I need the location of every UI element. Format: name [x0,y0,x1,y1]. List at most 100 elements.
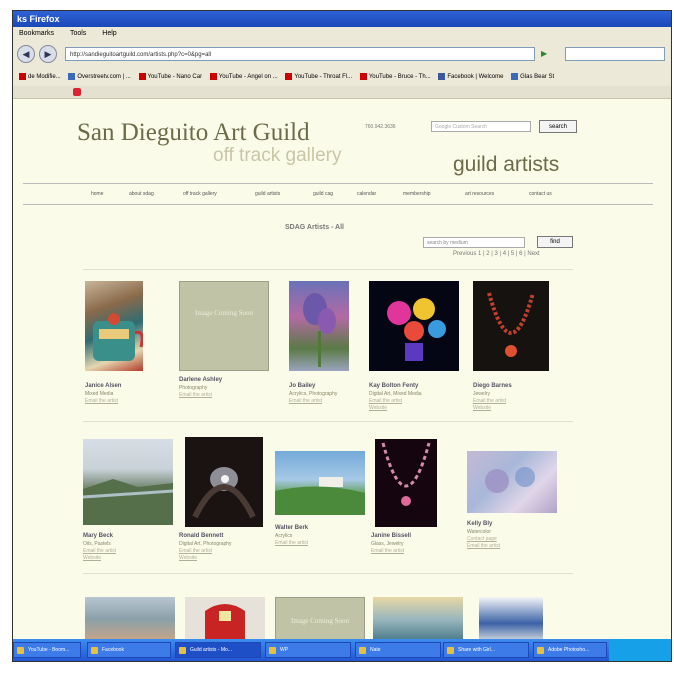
nav-calendar[interactable]: calendar [357,184,376,204]
window-title-bar: ks Firefox [13,11,671,27]
youtube-icon [359,72,367,80]
nav-artists[interactable]: guild artists [255,184,280,204]
artist-name[interactable]: Mary Beck [83,533,113,539]
bookmark-item[interactable]: Facebook | Welcome [438,68,503,86]
email-artist-link[interactable]: Email the artist [179,392,212,398]
artwork-thumbnail[interactable] [85,597,175,641]
bookmark-item[interactable]: YouTube - Throat Fl... [285,68,352,86]
bookmark-item[interactable]: Glas Bear St [511,68,554,86]
email-artist-link[interactable]: Email the artist [369,398,402,404]
taskbar-item[interactable]: Share with Girl... [443,642,529,658]
bookmark-item[interactable]: YouTube - Bruce - Th... [359,68,431,86]
nav-guild-cag[interactable]: guild cag [313,184,333,204]
image-coming-soon-placeholder[interactable]: Image Coming Soon [179,281,269,371]
artist-name[interactable]: Walter Berk [275,525,308,531]
nav-home[interactable]: home [91,184,104,204]
email-artist-link[interactable]: Email the artist [371,548,404,554]
artist-name[interactable]: Kay Bolton Fenty [369,383,418,389]
placeholder-label: Image Coming Soon [291,617,349,625]
nav-membership[interactable]: membership [403,184,431,204]
taskbar-label: Adobe Photosho... [548,647,590,653]
teapot-artwork-icon [93,313,143,361]
artist-name[interactable]: Janine Bissell [371,533,411,539]
bookmark-label: Overstreetv.com | ... [77,74,131,80]
menu-bar: Bookmarks Tools Help [13,27,671,40]
section-heading: guild artists [453,153,560,176]
artwork-thumbnail[interactable] [479,597,543,641]
artist-name[interactable]: Darlene Ashley [179,377,222,383]
email-artist-link[interactable]: Email the artist [85,398,118,404]
taskbar-label: WP [280,647,289,653]
bookmark-item[interactable]: Overstreetv.com | ... [68,68,131,86]
artist-name[interactable]: Kelly Bly [467,521,492,527]
necklace-artwork-icon [487,292,535,357]
beaded-necklace-artwork-icon [381,442,431,506]
artist-medium: Mixed Media [85,391,114,397]
website-link[interactable]: Website [83,555,101,561]
artwork-thumbnail[interactable] [473,281,549,371]
nav-about[interactable]: about sdag [129,184,154,204]
artist-medium: Watercolor [467,529,491,535]
artist-name[interactable]: Ronald Bennett [179,533,223,539]
artwork-thumbnail[interactable] [289,281,349,371]
email-artist-link[interactable]: Email the artist [473,398,506,404]
artist-medium: Photography [179,385,208,391]
email-artist-link[interactable]: Email the artist [83,548,116,554]
taskbar-label: Facebook [102,647,124,653]
nav-gallery[interactable]: off track gallery [183,184,217,204]
pagination[interactable]: Previous 1 | 2 | 3 | 4 | 5 | 6 | Next [453,251,540,257]
email-artist-link[interactable]: Email the artist [179,548,212,554]
image-coming-soon-placeholder[interactable]: Image Coming Soon [275,597,365,641]
nav-resources[interactable]: art resources [465,184,494,204]
tab-favicon-icon[interactable] [73,88,81,96]
taskbar-item[interactable]: Adobe Photosho... [533,642,607,658]
artwork-thumbnail[interactable] [85,281,143,371]
taskbar-item[interactable]: WP [265,642,351,658]
artwork-thumbnail[interactable] [373,597,463,641]
nav-contact[interactable]: contact us [529,184,552,204]
site-search-input[interactable]: Google Custom Search [431,121,531,132]
site-title[interactable]: San Dieguito Art Guild [77,119,310,147]
taskbar-item[interactable]: Nate [355,642,441,658]
artwork-thumbnail[interactable] [185,437,263,527]
artwork-thumbnail[interactable] [185,597,265,641]
photoshop-icon [537,647,544,654]
artwork-thumbnail[interactable] [467,451,557,513]
screenshot-frame: ks Firefox Bookmarks Tools Help ◀ ▶ http… [0,0,674,677]
find-button[interactable]: find [537,236,573,248]
taskbar-item[interactable]: YouTube - Boom... [13,642,81,658]
contact-page-link[interactable]: Contact page [467,536,497,542]
artwork-thumbnail[interactable] [275,451,365,515]
website-link[interactable]: Website [473,405,491,411]
search-engine-box[interactable] [565,47,665,61]
email-artist-link[interactable]: Email the artist [275,540,308,546]
menu-help[interactable]: Help [102,30,116,37]
email-artist-link[interactable]: Email the artist [467,543,500,549]
artist-name[interactable]: Janice Alsen [85,383,121,389]
artist-name[interactable]: Diego Barnes [473,383,512,389]
artwork-thumbnail[interactable] [83,439,173,525]
go-button[interactable]: ▶ [541,47,563,61]
placeholder-label: Image Coming Soon [195,309,253,317]
taskbar-item-active[interactable]: Guild artists - Mo... [175,642,261,658]
artist-medium: Jewelry [473,391,490,397]
taskbar-item[interactable]: Facebook [87,642,171,658]
menu-tools[interactable]: Tools [70,30,86,37]
menu-bookmarks[interactable]: Bookmarks [19,30,54,37]
bookmark-item[interactable]: YouTube - Angel on ... [209,68,278,86]
website-link[interactable]: Website [369,405,387,411]
back-button[interactable]: ◀ [17,45,35,63]
artwork-thumbnail[interactable] [369,281,459,371]
forward-button[interactable]: ▶ [39,45,57,63]
artwork-thumbnail[interactable] [375,439,437,527]
artist-name[interactable]: Jo Bailey [289,383,315,389]
email-artist-link[interactable]: Email the artist [289,398,322,404]
website-link[interactable]: Website [179,555,197,561]
bookmark-item[interactable]: YouTube - Nano Car [138,68,202,86]
web-page: San Dieguito Art Guild off track gallery… [13,99,671,641]
address-bar[interactable]: http://sandieguitoartguild.com/artists.p… [65,47,535,61]
medium-select[interactable]: search by medium [423,237,525,248]
site-search-button[interactable]: search [539,120,577,133]
bookmark-label: YouTube - Bruce - Th... [368,74,431,80]
bookmark-item[interactable]: de Modifie... [19,68,61,86]
